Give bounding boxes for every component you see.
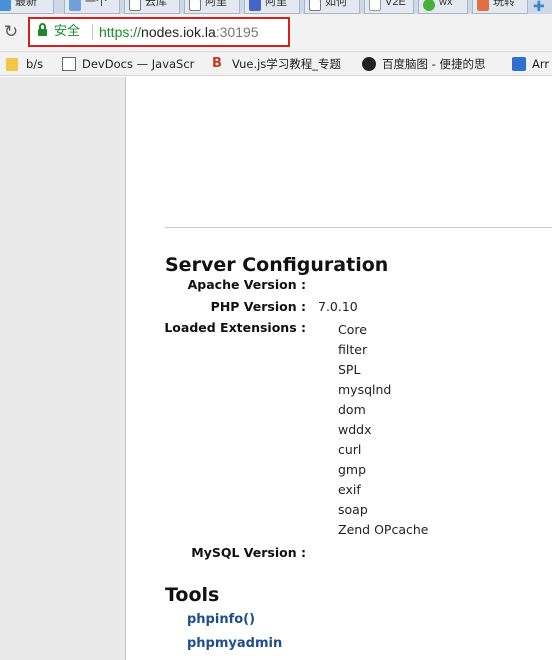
tab-favicon-icon [0, 0, 11, 11]
browser-tab[interactable]: wx [418, 0, 468, 14]
tab-label: 如何 [325, 0, 347, 8]
bookmark-label: Arr [532, 57, 550, 71]
baidu-mind-icon [362, 57, 376, 71]
browser-tab[interactable]: V2E [364, 0, 414, 14]
server-config-heading: Server Configuration [165, 254, 389, 276]
b-logo-icon: B [212, 56, 222, 71]
php-version-label: PHP Version : [210, 299, 306, 314]
list-item: soap [338, 502, 368, 517]
list-item: SPL [338, 362, 361, 377]
list-item: Zend OPcache [338, 522, 429, 537]
list-item: curl [338, 442, 362, 457]
search-doc-icon [62, 57, 76, 71]
browser-tab[interactable]: 阿里 [184, 0, 240, 14]
tab-label: 玩转 [493, 0, 515, 8]
tab-label: wx [439, 0, 453, 8]
loaded-extensions-label: Loaded Extensions : [164, 320, 306, 335]
extensions-list: Core filter SPL mysqlnd dom wddx curl gm… [338, 320, 428, 540]
tab-favicon-icon [189, 0, 201, 11]
bookmark-baidu-mind[interactable]: 百度脑图 - 便捷的思 [362, 56, 485, 72]
tab-label: 阿里 [205, 0, 227, 8]
tab-strip: 最新 一个 云库 阿里 阿里 如何 V2E wx 玩转 ✚ [0, 0, 552, 14]
list-item: filter [338, 342, 368, 357]
bookmark-arr[interactable]: Arr [512, 56, 549, 72]
list-item: mysqlnd [338, 382, 392, 397]
browser-tab[interactable]: 阿里 [244, 0, 300, 14]
url-text[interactable]: https://nodes.iok.la:30195 [99, 23, 259, 41]
mysql-version-label: MySQL Version : [191, 545, 306, 560]
tab-favicon-icon [423, 0, 435, 11]
new-tab-icon[interactable]: ✚ [533, 0, 545, 14]
bookmark-label: b/s [26, 57, 44, 71]
browser-toolbar: ↻ 安全 https://nodes.iok.la:30195 [0, 14, 552, 52]
apache-version-label: Apache Version : [187, 277, 306, 292]
browser-tab[interactable]: 最新 [0, 0, 54, 14]
bookmark-label: Vue.js学习教程_专题 [232, 57, 342, 71]
browser-tab[interactable]: 云库 [124, 0, 180, 14]
left-sidebar [0, 77, 126, 660]
tab-label: V2E [385, 0, 406, 8]
browser-tab[interactable]: 如何 [304, 0, 360, 14]
folder-icon [6, 58, 18, 71]
bookmarks-bar: b/s DevDocs — JavaScr B Vue.js学习教程_专题 百度… [0, 52, 552, 76]
list-item: dom [338, 402, 366, 417]
address-divider [92, 24, 93, 40]
lock-icon[interactable] [38, 23, 47, 37]
list-item: wddx [338, 422, 372, 437]
browser-tab[interactable]: 玩转 [472, 0, 528, 14]
php-version-value: 7.0.10 [318, 299, 358, 314]
tab-favicon-icon [477, 0, 489, 11]
tools-heading: Tools [165, 584, 220, 606]
tab-favicon-icon [309, 0, 321, 11]
tab-label: 一个 [85, 0, 107, 8]
tab-favicon-icon [129, 0, 141, 11]
tab-favicon-icon [69, 0, 81, 11]
secure-label[interactable]: 安全 [54, 23, 80, 41]
bookmark-label: DevDocs — JavaScr [82, 57, 195, 71]
blue-square-icon [512, 57, 526, 71]
bookmark-devdocs[interactable]: DevDocs — JavaScr [62, 56, 194, 72]
bookmark-folder-bs[interactable]: b/s [6, 56, 43, 72]
url-port: :30195 [215, 24, 259, 40]
tab-label: 最新 [15, 0, 37, 8]
page-content: Server Configuration Apache Version : PH… [0, 77, 552, 660]
address-bar[interactable]: 安全 https://nodes.iok.la:30195 [28, 17, 290, 47]
tab-label: 云库 [145, 0, 167, 8]
tab-favicon-icon [249, 0, 261, 11]
list-item: Core [338, 322, 367, 337]
list-item: exif [338, 482, 361, 497]
url-scheme: https:// [99, 24, 142, 40]
tab-favicon-icon [369, 0, 381, 11]
phpmyadmin-link[interactable]: phpmyadmin [187, 636, 282, 651]
bookmark-vuejs[interactable]: B Vue.js学习教程_专题 [212, 56, 341, 72]
list-item: gmp [338, 462, 367, 477]
phpinfo-link[interactable]: phpinfo() [187, 612, 255, 627]
bookmark-label: 百度脑图 - 便捷的思 [382, 57, 486, 71]
section-divider [165, 227, 552, 228]
url-host: nodes.iok.la [141, 24, 216, 40]
tab-label: 阿里 [265, 0, 287, 8]
browser-tab[interactable]: 一个 [64, 0, 120, 14]
reload-icon[interactable]: ↻ [2, 23, 20, 41]
